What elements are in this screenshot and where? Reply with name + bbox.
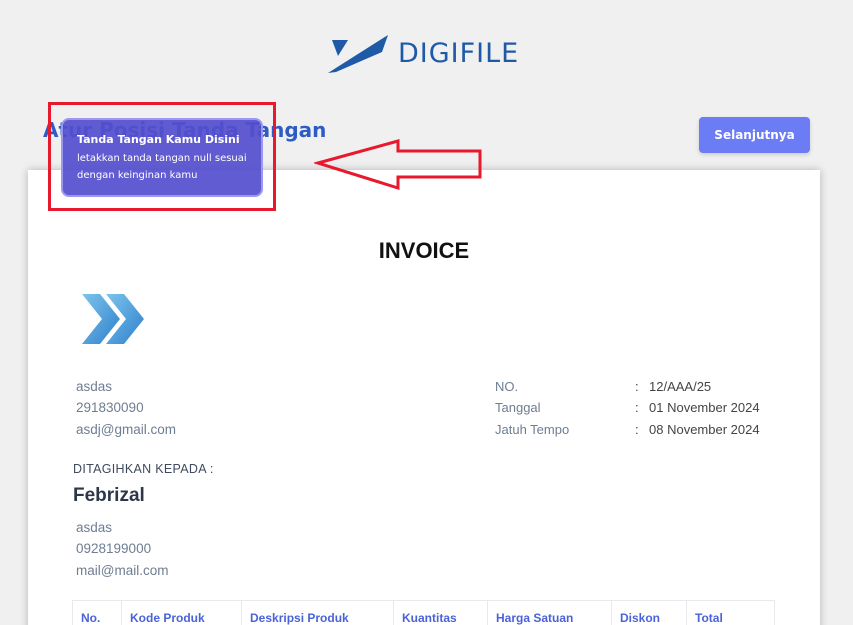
meta-value: 12/AAA/25	[649, 379, 712, 394]
column-header-discount: Diskon	[611, 600, 687, 625]
client-email: mail@mail.com	[76, 562, 169, 578]
meta-colon: :	[635, 400, 639, 416]
invoice-document: INVOICE asdas 291830090 asdj@gmail.com N…	[28, 170, 820, 625]
next-button[interactable]: Selanjutnya	[699, 117, 810, 153]
column-header-total: Total	[686, 600, 775, 625]
meta-label: Jatuh Tempo	[495, 421, 570, 437]
meta-row-due-date: Jatuh Tempo : 08 November 2024	[495, 419, 760, 440]
column-header-unit-price: Harga Satuan	[487, 600, 612, 625]
items-table: No. Kode Produk Deskripsi Produk Kuantit…	[72, 600, 775, 625]
signature-placeholder[interactable]: Tanda Tangan Kamu Disini letakkan tanda …	[61, 118, 263, 197]
bill-to-label: DITAGIHKAN KEPADA :	[73, 462, 214, 476]
seller-email: asdj@gmail.com	[76, 421, 176, 437]
column-header-quantity: Kuantitas	[393, 600, 488, 625]
client-address: asdas	[76, 520, 113, 535]
client-phone: 0928199000	[76, 541, 152, 557]
client-info: asdas 0928199000 mail@mail.com	[76, 517, 168, 581]
column-header-product-description: Deskripsi Produk	[241, 600, 394, 625]
seller-phone: 291830090	[76, 400, 144, 416]
seller-info: asdas 291830090 asdj@gmail.com	[76, 376, 176, 440]
invoice-title: INVOICE	[378, 238, 470, 263]
double-chevron-right-icon	[82, 294, 144, 344]
meta-value: 08 November 2024	[649, 421, 760, 437]
signature-placeholder-description: letakkan tanda tangan null sesuai dengan…	[77, 153, 247, 181]
meta-label: Tanggal	[495, 400, 541, 416]
digifile-logo: DIGIFILE	[326, 32, 519, 74]
client-name: Febrizal	[73, 485, 145, 506]
meta-row-number: NO. : 12/AAA/25	[495, 376, 760, 397]
items-table-header-row: No. Kode Produk Deskripsi Produk Kuantit…	[72, 600, 775, 625]
meta-colon: :	[635, 379, 639, 394]
digifile-logo-icon	[328, 35, 388, 73]
meta-value: 01 November 2024	[649, 400, 760, 416]
column-header-product-code: Kode Produk	[121, 600, 242, 625]
brand-name: DIGIFILE	[398, 37, 520, 69]
invoice-meta: NO. : 12/AAA/25 Tanggal : 01 November 20…	[495, 376, 760, 440]
seller-name: asdas	[76, 379, 113, 394]
annotation-arrow-icon	[314, 139, 482, 191]
meta-label: NO.	[495, 379, 519, 394]
column-header-no: No.	[72, 600, 122, 625]
meta-colon: :	[635, 421, 639, 437]
signature-placeholder-title: Tanda Tangan Kamu Disini	[77, 133, 240, 146]
meta-row-date: Tanggal : 01 November 2024	[495, 397, 760, 418]
